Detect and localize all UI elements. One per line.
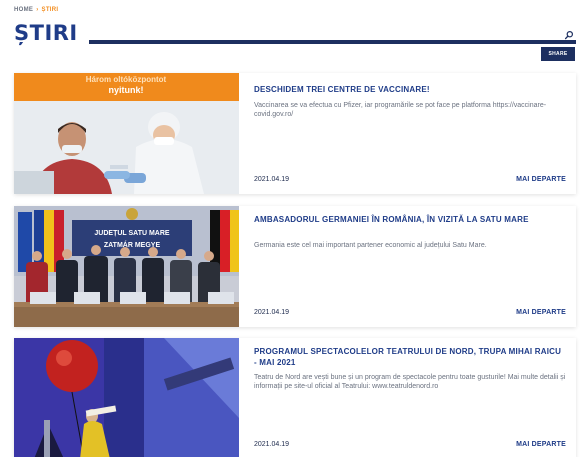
article-card[interactable]: JUDEȚUL SATU MARE ZATMÁR MEGYE AMBASADOR…	[14, 206, 576, 327]
article-image-vaccination[interactable]: Három oltóközpontot nyitunk!	[14, 73, 239, 194]
article-excerpt: Germania este cel mai important partener…	[254, 242, 487, 249]
read-more-link[interactable]: MAI DEPARTE	[516, 309, 566, 316]
image-caption-line1: Három oltóközpontot	[86, 75, 167, 84]
article-body: AMBASADORUL GERMANIEI ÎN ROMÂNIA, ÎN VIZ…	[254, 206, 566, 327]
page-title: ȘTIRI	[14, 21, 78, 45]
article-image-theatre[interactable]	[14, 338, 239, 457]
breadcrumb: HOME › ȘTIRI	[14, 7, 58, 13]
article-body: DESCHIDEM TREI CENTRE DE VACCINARE! Vacc…	[254, 73, 566, 194]
article-card[interactable]: Három oltóközpontot nyitunk! DESCHIDEM T…	[14, 73, 576, 194]
article-title[interactable]: AMBASADORUL GERMANIEI ÎN ROMÂNIA, ÎN VIZ…	[254, 214, 566, 225]
article-title[interactable]: DESCHIDEM TREI CENTRE DE VACCINARE!	[254, 84, 566, 95]
article-date: 2021.04.19	[254, 309, 290, 316]
article-card[interactable]: PROGRAMUL SPECTACOLELOR TEATRULUI DE NOR…	[14, 338, 576, 457]
image-sign-line1: JUDEȚUL SATU MARE	[94, 230, 170, 237]
title-divider	[89, 40, 576, 44]
article-body: PROGRAMUL SPECTACOLELOR TEATRULUI DE NOR…	[254, 338, 566, 457]
breadcrumb-home[interactable]: HOME	[14, 7, 33, 13]
read-more-link[interactable]: MAI DEPARTE	[516, 441, 566, 448]
breadcrumb-separator: ›	[36, 7, 39, 13]
search-icon[interactable]	[564, 30, 574, 40]
article-excerpt: Vaccinarea se va efectua cu Pfizer, iar …	[254, 102, 547, 118]
article-date: 2021.04.19	[254, 176, 290, 183]
image-caption-line2: nyitunk!	[109, 85, 144, 95]
article-excerpt: Teatru de Nord are vești bune și un prog…	[254, 374, 566, 390]
article-date: 2021.04.19	[254, 441, 290, 448]
share-button[interactable]: SHARE	[541, 47, 575, 61]
breadcrumb-current: ȘTIRI	[41, 7, 59, 13]
article-title[interactable]: PROGRAMUL SPECTACOLELOR TEATRULUI DE NOR…	[254, 346, 566, 368]
article-image-ambassador[interactable]: JUDEȚUL SATU MARE ZATMÁR MEGYE	[14, 206, 239, 327]
read-more-link[interactable]: MAI DEPARTE	[516, 176, 566, 183]
